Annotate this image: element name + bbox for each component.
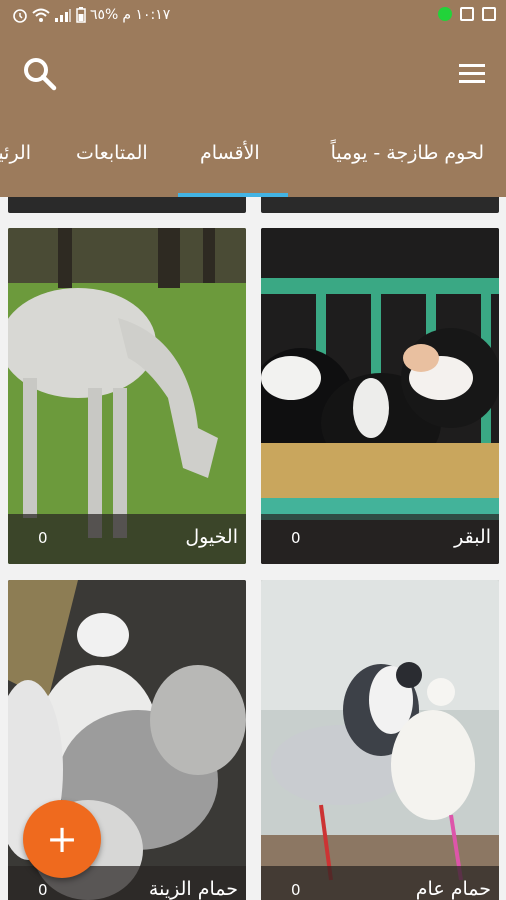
tab-home[interactable]: الرئيسية <box>0 142 31 164</box>
category-card[interactable]: البقر 0 <box>261 228 499 564</box>
hamburger-menu-icon[interactable] <box>456 58 488 90</box>
add-button[interactable]: + <box>23 800 101 878</box>
app-bar <box>0 34 506 114</box>
category-title: حمام عام <box>415 878 491 900</box>
wifi-icon <box>32 8 50 22</box>
alarm-icon <box>13 9 27 23</box>
category-caption: البقر 0 <box>261 514 499 564</box>
tab-categories[interactable]: الأقسام <box>200 142 260 164</box>
gallery-icon <box>460 7 474 21</box>
app-screen: ١٠:١٧ م %٦٥ لحوم طازجة - يومياً الأقسام … <box>0 0 506 900</box>
tab-follows[interactable]: المتابعات <box>76 142 148 164</box>
category-card[interactable]: حمام عام 0 <box>261 580 499 900</box>
category-title: البقر <box>454 526 491 548</box>
category-count: 0 <box>38 529 48 547</box>
card-partial-right[interactable] <box>261 197 499 213</box>
status-right <box>438 7 496 21</box>
status-left: ١٠:١٧ م %٦٥ <box>12 7 170 23</box>
tab-fresh-meat[interactable]: لحوم طازجة - يومياً <box>331 142 484 164</box>
search-icon[interactable] <box>20 54 60 94</box>
category-count: 0 <box>38 881 48 899</box>
clock: ١٠:١٧ م <box>122 7 171 23</box>
pigeons-photo <box>261 580 499 900</box>
category-title: حمام الزينة <box>148 878 238 900</box>
category-caption: الخيول 0 <box>8 514 246 564</box>
category-caption: حمام عام 0 <box>261 866 499 900</box>
screenshot-icon <box>482 7 496 21</box>
battery-level: %٦٥ <box>90 7 119 23</box>
card-partial-left[interactable] <box>8 197 246 213</box>
status-bar: ١٠:١٧ م %٦٥ <box>0 0 506 34</box>
signal-icon <box>55 9 71 22</box>
category-count: 0 <box>291 529 301 547</box>
battery-icon <box>76 7 86 23</box>
category-title: الخيول <box>185 526 238 548</box>
tab-bar: لحوم طازجة - يومياً الأقسام المتابعات ال… <box>0 114 506 197</box>
category-count: 0 <box>291 881 301 899</box>
notification-dot-icon <box>438 7 452 21</box>
categories-grid: البقر 0 الخيول 0 حمام عام 0 حمام الزينة … <box>0 197 506 900</box>
category-card[interactable]: الخيول 0 <box>8 228 246 564</box>
plus-icon: + <box>46 817 78 861</box>
